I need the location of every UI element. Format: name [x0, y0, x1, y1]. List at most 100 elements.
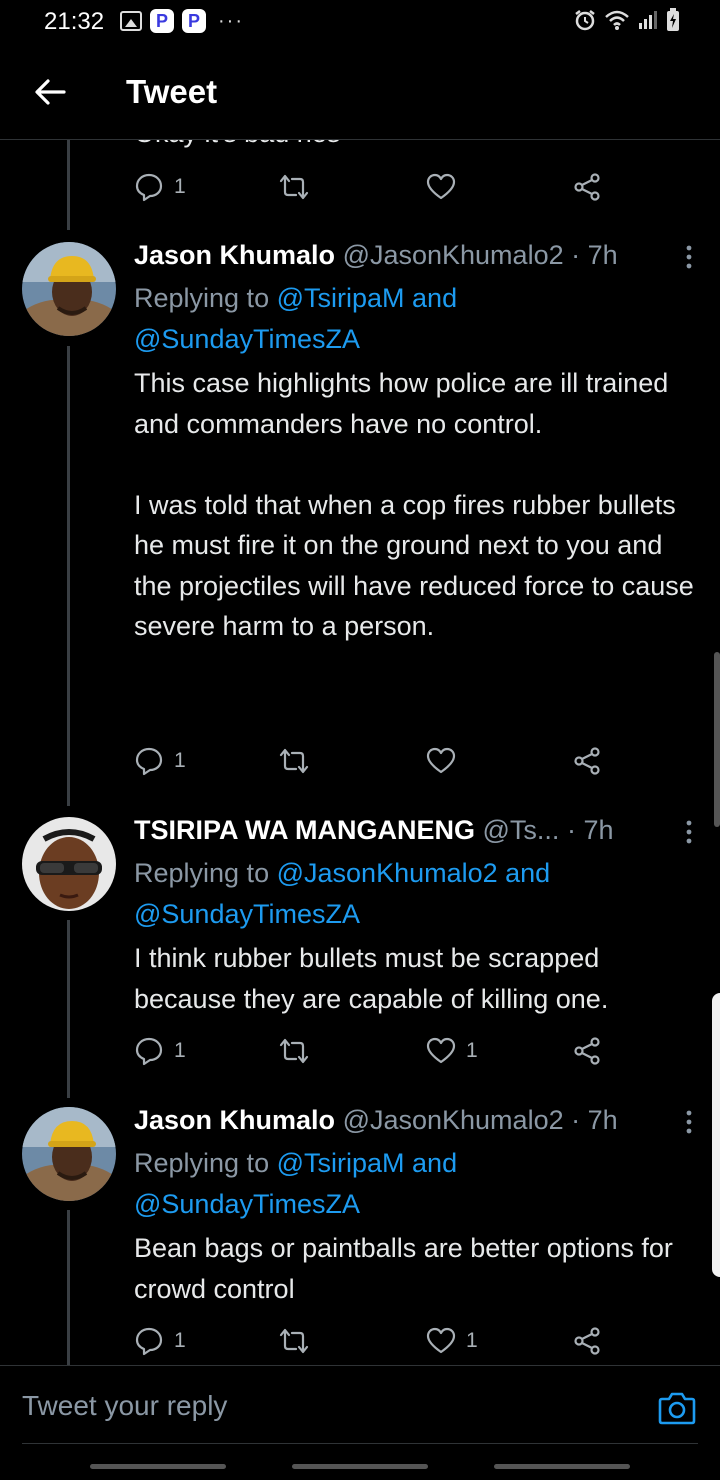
divider: [22, 1443, 698, 1444]
retweet-icon: [279, 174, 309, 200]
mention-link[interactable]: @SundayTimesZA: [134, 324, 360, 354]
display-name[interactable]: Jason Khumalo: [134, 1105, 335, 1135]
reply-icon: [135, 173, 163, 202]
more-dots-icon: ···: [218, 9, 244, 32]
like-button[interactable]: [426, 744, 456, 778]
reply-count: 1: [174, 749, 186, 772]
tweet-time: 7h: [583, 815, 614, 845]
reply-icon: [135, 1037, 163, 1066]
replying-to: Replying to @TsiripaM and @SundayTimesZA: [134, 1143, 694, 1224]
more-options-icon[interactable]: [684, 819, 694, 845]
tweet-actions: 1 1: [134, 1034, 614, 1068]
separator-dot: ·: [571, 240, 581, 270]
reply-button[interactable]: 1: [134, 1034, 186, 1068]
like-count: 1: [466, 1039, 478, 1062]
status-time: 21:32: [44, 8, 105, 35]
page-title: Tweet: [126, 73, 218, 110]
reply-button[interactable]: 1: [134, 744, 186, 778]
wifi-icon: [605, 10, 629, 30]
user-handle[interactable]: @JasonKhumalo2: [343, 1105, 564, 1135]
tweet-text: I think rubber bullets must be scrapped …: [134, 943, 609, 1014]
edge-panel-handle[interactable]: [712, 993, 720, 1277]
more-options-icon[interactable]: [684, 244, 694, 270]
nav-recents-button[interactable]: [90, 1464, 226, 1469]
user-handle[interactable]: @Ts...: [483, 815, 560, 845]
partial-tweet-actions: 1: [134, 170, 614, 204]
system-icons: [574, 8, 680, 32]
avatar[interactable]: [22, 817, 116, 911]
battery-icon: [667, 8, 679, 31]
scrollbar-thumb[interactable]: [714, 652, 720, 827]
heart-icon: [426, 747, 456, 774]
display-name[interactable]: Jason Khumalo: [134, 240, 335, 270]
alarm-icon: [575, 10, 595, 31]
reply-composer: [0, 1365, 720, 1445]
share-button[interactable]: [572, 1324, 602, 1358]
replying-to: Replying to @TsiripaM and @SundayTimesZA: [134, 278, 694, 359]
like-button[interactable]: 1: [426, 1324, 478, 1358]
share-button[interactable]: [572, 1034, 602, 1068]
share-icon: [574, 1327, 600, 1355]
reply-count: 1: [174, 1329, 186, 1352]
reply-count: 1: [174, 175, 186, 198]
avatar[interactable]: [22, 242, 116, 336]
retweet-button[interactable]: [278, 744, 310, 778]
avatar[interactable]: [22, 1107, 116, 1201]
tweet-header: TSIRIPA WA MANGANENG @Ts... · 7h: [134, 815, 614, 846]
replying-to: Replying to @JasonKhumalo2 and @SundayTi…: [134, 853, 694, 934]
reply-icon: [135, 1327, 163, 1356]
share-button[interactable]: [572, 744, 602, 778]
more-options-icon[interactable]: [684, 1109, 694, 1135]
camera-icon[interactable]: [658, 1390, 696, 1426]
reply-count: 1: [174, 1039, 186, 1062]
replying-to-label: Replying to: [134, 858, 270, 888]
heart-icon: [426, 1037, 456, 1064]
tweet-header: Jason Khumalo @JasonKhumalo2 · 7h: [134, 1105, 618, 1136]
arrow-left-icon[interactable]: [30, 72, 70, 112]
reply-button[interactable]: 1: [134, 1324, 186, 1358]
display-name[interactable]: TSIRIPA WA MANGANENG: [134, 815, 475, 845]
share-icon: [574, 1037, 600, 1065]
mention-link[interactable]: @SundayTimesZA: [134, 1189, 360, 1219]
system-nav-bar: [0, 1448, 720, 1480]
partial-tweet-clip: Okay it's bad nes: [0, 140, 720, 160]
partial-tweet-text: Okay it's bad nes: [134, 140, 340, 149]
mention-link[interactable]: @JasonKhumalo2 and: [277, 858, 551, 888]
like-button[interactable]: 1: [426, 1034, 478, 1068]
nav-back-button[interactable]: [494, 1464, 630, 1469]
share-icon: [574, 173, 600, 201]
share-button[interactable]: [572, 170, 602, 204]
separator-dot: ·: [566, 815, 576, 845]
like-count: 1: [466, 1329, 478, 1352]
like-button[interactable]: [426, 170, 456, 204]
retweet-button[interactable]: [278, 1034, 310, 1068]
mention-link[interactable]: @TsiripaM and: [277, 283, 457, 313]
tweet-time: 7h: [587, 240, 618, 270]
retweet-button[interactable]: [278, 1324, 310, 1358]
tweet-text: This case highlights how police are ill …: [134, 368, 694, 641]
retweet-icon: [279, 748, 309, 774]
reply-icon: [135, 747, 163, 776]
mention-link[interactable]: @TsiripaM and: [277, 1148, 457, 1178]
retweet-icon: [279, 1328, 309, 1354]
heart-icon: [426, 1327, 456, 1354]
nav-home-button[interactable]: [292, 1464, 428, 1469]
tweet-time: 7h: [587, 1105, 618, 1135]
retweet-icon: [279, 1038, 309, 1064]
retweet-button[interactable]: [278, 170, 310, 204]
p-app-icon: P: [182, 9, 206, 33]
tweet-text: Bean bags or paintballs are better optio…: [134, 1233, 673, 1304]
heart-icon: [426, 173, 456, 200]
separator-dot: ·: [571, 1105, 581, 1135]
reply-button[interactable]: 1: [134, 170, 186, 204]
tweet-actions: 1 1: [134, 1324, 614, 1358]
p-app-icon: P: [150, 9, 174, 33]
reply-input[interactable]: [22, 1384, 622, 1428]
user-handle[interactable]: @JasonKhumalo2: [343, 240, 564, 270]
notification-icons: P P ···: [120, 9, 244, 33]
tweet-actions: 1: [134, 744, 614, 778]
mention-link[interactable]: @SundayTimesZA: [134, 899, 360, 929]
replying-to-label: Replying to: [134, 1148, 270, 1178]
status-bar: 21:32 P P ···: [0, 0, 720, 44]
tweet[interactable]: Jason Khumalo @JasonKhumalo2 · 7h Replyi…: [0, 230, 720, 790]
